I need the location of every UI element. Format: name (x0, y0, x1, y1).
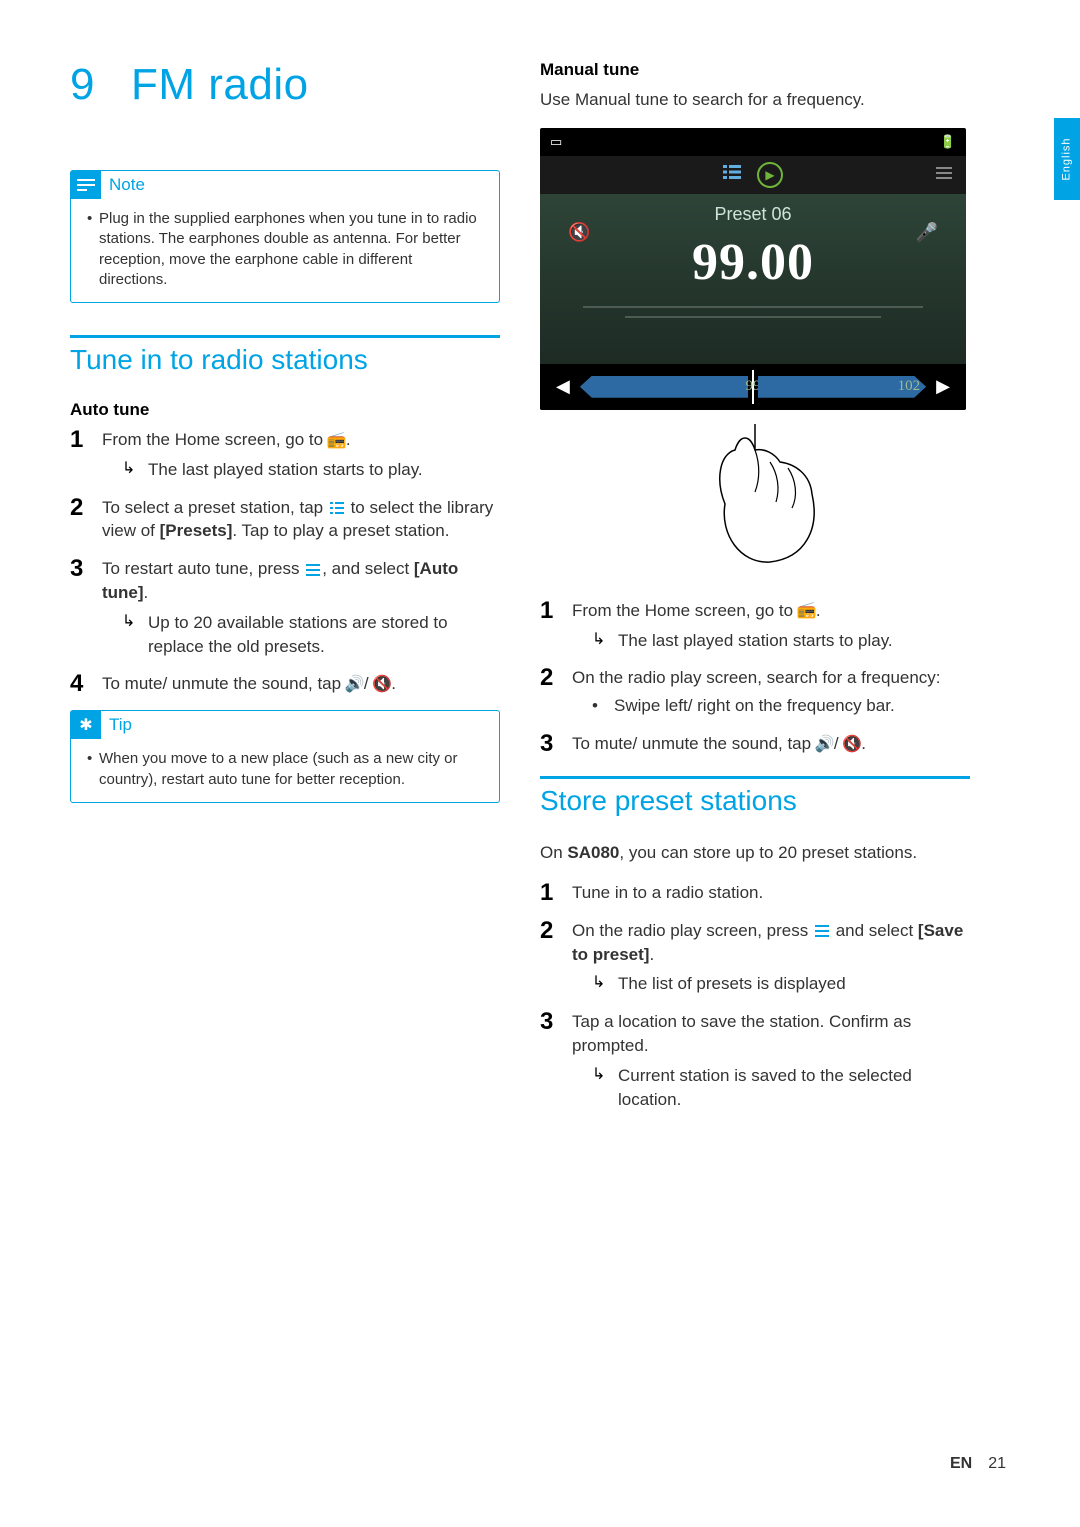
manual-step-1: 1 From the Home screen, go to 📻. ↳The la… (540, 599, 970, 653)
radio-icon: 📻 (798, 603, 816, 619)
mute-icon: 🔇 (568, 222, 590, 243)
auto-step-4: 4 To mute/ unmute the sound, tap 🔊/ 🔇. (70, 672, 500, 696)
result-arrow-icon: ↳ (122, 611, 138, 659)
auto-step-1: 1 From the Home screen, go to 📻. ↳The la… (70, 428, 500, 482)
right-arrow-icon: ▶ (936, 376, 950, 397)
note-text: Plug in the supplied earphones when you … (99, 209, 483, 290)
language-tab: English (1054, 118, 1080, 200)
tip-label: Tip (109, 715, 132, 735)
manual-step-2: 2 On the radio play screen, search for a… (540, 666, 970, 718)
play-icon: ▶ (757, 162, 783, 188)
result-arrow-icon: ↳ (592, 1064, 608, 1112)
manual-step-3: 3 To mute/ unmute the sound, tap 🔊/ 🔇. (540, 732, 970, 756)
left-arrow-icon: ◀ (556, 376, 570, 397)
frequency-value: 99.00 (540, 233, 966, 292)
auto-step-2: 2 To select a preset station, tap to sel… (70, 496, 500, 544)
sound-off-icon: 🔇 (373, 677, 391, 693)
preset-label: Preset 06 (540, 204, 966, 225)
chapter-number: 9 (70, 60, 95, 109)
manual-tune-subhead: Manual tune (540, 60, 970, 80)
store-step-2: 2 On the radio play screen, press and se… (540, 919, 970, 996)
store-intro: On SA080, you can store up to 20 preset … (540, 841, 970, 865)
battery-icon: 🔋 (940, 134, 956, 150)
store-step-1: 1 Tune in to a radio station. (540, 881, 970, 905)
menu-icon (936, 166, 952, 184)
result-arrow-icon: ↳ (592, 629, 608, 653)
list-icon (723, 165, 741, 184)
section-store-title: Store preset stations (540, 785, 970, 817)
result-arrow-icon: ↳ (592, 972, 608, 996)
tip-callout: ✱ Tip When you move to a new place (such… (70, 710, 500, 803)
manual-intro: Use Manual tune to search for a frequenc… (540, 88, 970, 112)
sound-on-icon: 🔊 (346, 677, 364, 693)
sd-icon: ▭ (550, 134, 562, 150)
tip-icon: ✱ (71, 711, 101, 739)
hand-illustration (540, 418, 970, 599)
page-footer: EN21 (950, 1455, 1006, 1473)
auto-tune-subhead: Auto tune (70, 400, 500, 420)
radio-icon: 📻 (328, 433, 346, 449)
menu-icon (813, 923, 831, 939)
sound-on-icon: 🔊 (816, 737, 834, 753)
tip-text: When you move to a new place (such as a … (99, 749, 483, 790)
sound-off-icon: 🔇 (843, 737, 861, 753)
menu-icon (304, 562, 322, 578)
device-screenshot: ▭ 🔋 ▶ 🔇 🎤 Preset 06 99.00 ◀ 96 (540, 128, 966, 410)
store-step-3: 3 Tap a location to save the station. Co… (540, 1010, 970, 1111)
note-icon (71, 171, 101, 199)
result-arrow-icon: ↳ (122, 458, 138, 482)
chapter-title: 9FM radio (70, 60, 500, 110)
note-label: Note (109, 175, 145, 195)
auto-step-3: 3 To restart auto tune, press , and sele… (70, 557, 500, 658)
section-tune-in-title: Tune in to radio stations (70, 344, 500, 376)
right-column: Manual tune Use Manual tune to search fo… (540, 60, 970, 1125)
mic-icon: 🎤 (916, 222, 938, 243)
note-callout: Note Plug in the supplied earphones when… (70, 170, 500, 303)
tick-102: 102 (898, 378, 921, 395)
list-icon (328, 500, 346, 516)
left-column: 9FM radio Note Plug in the supplied earp… (70, 60, 500, 1125)
